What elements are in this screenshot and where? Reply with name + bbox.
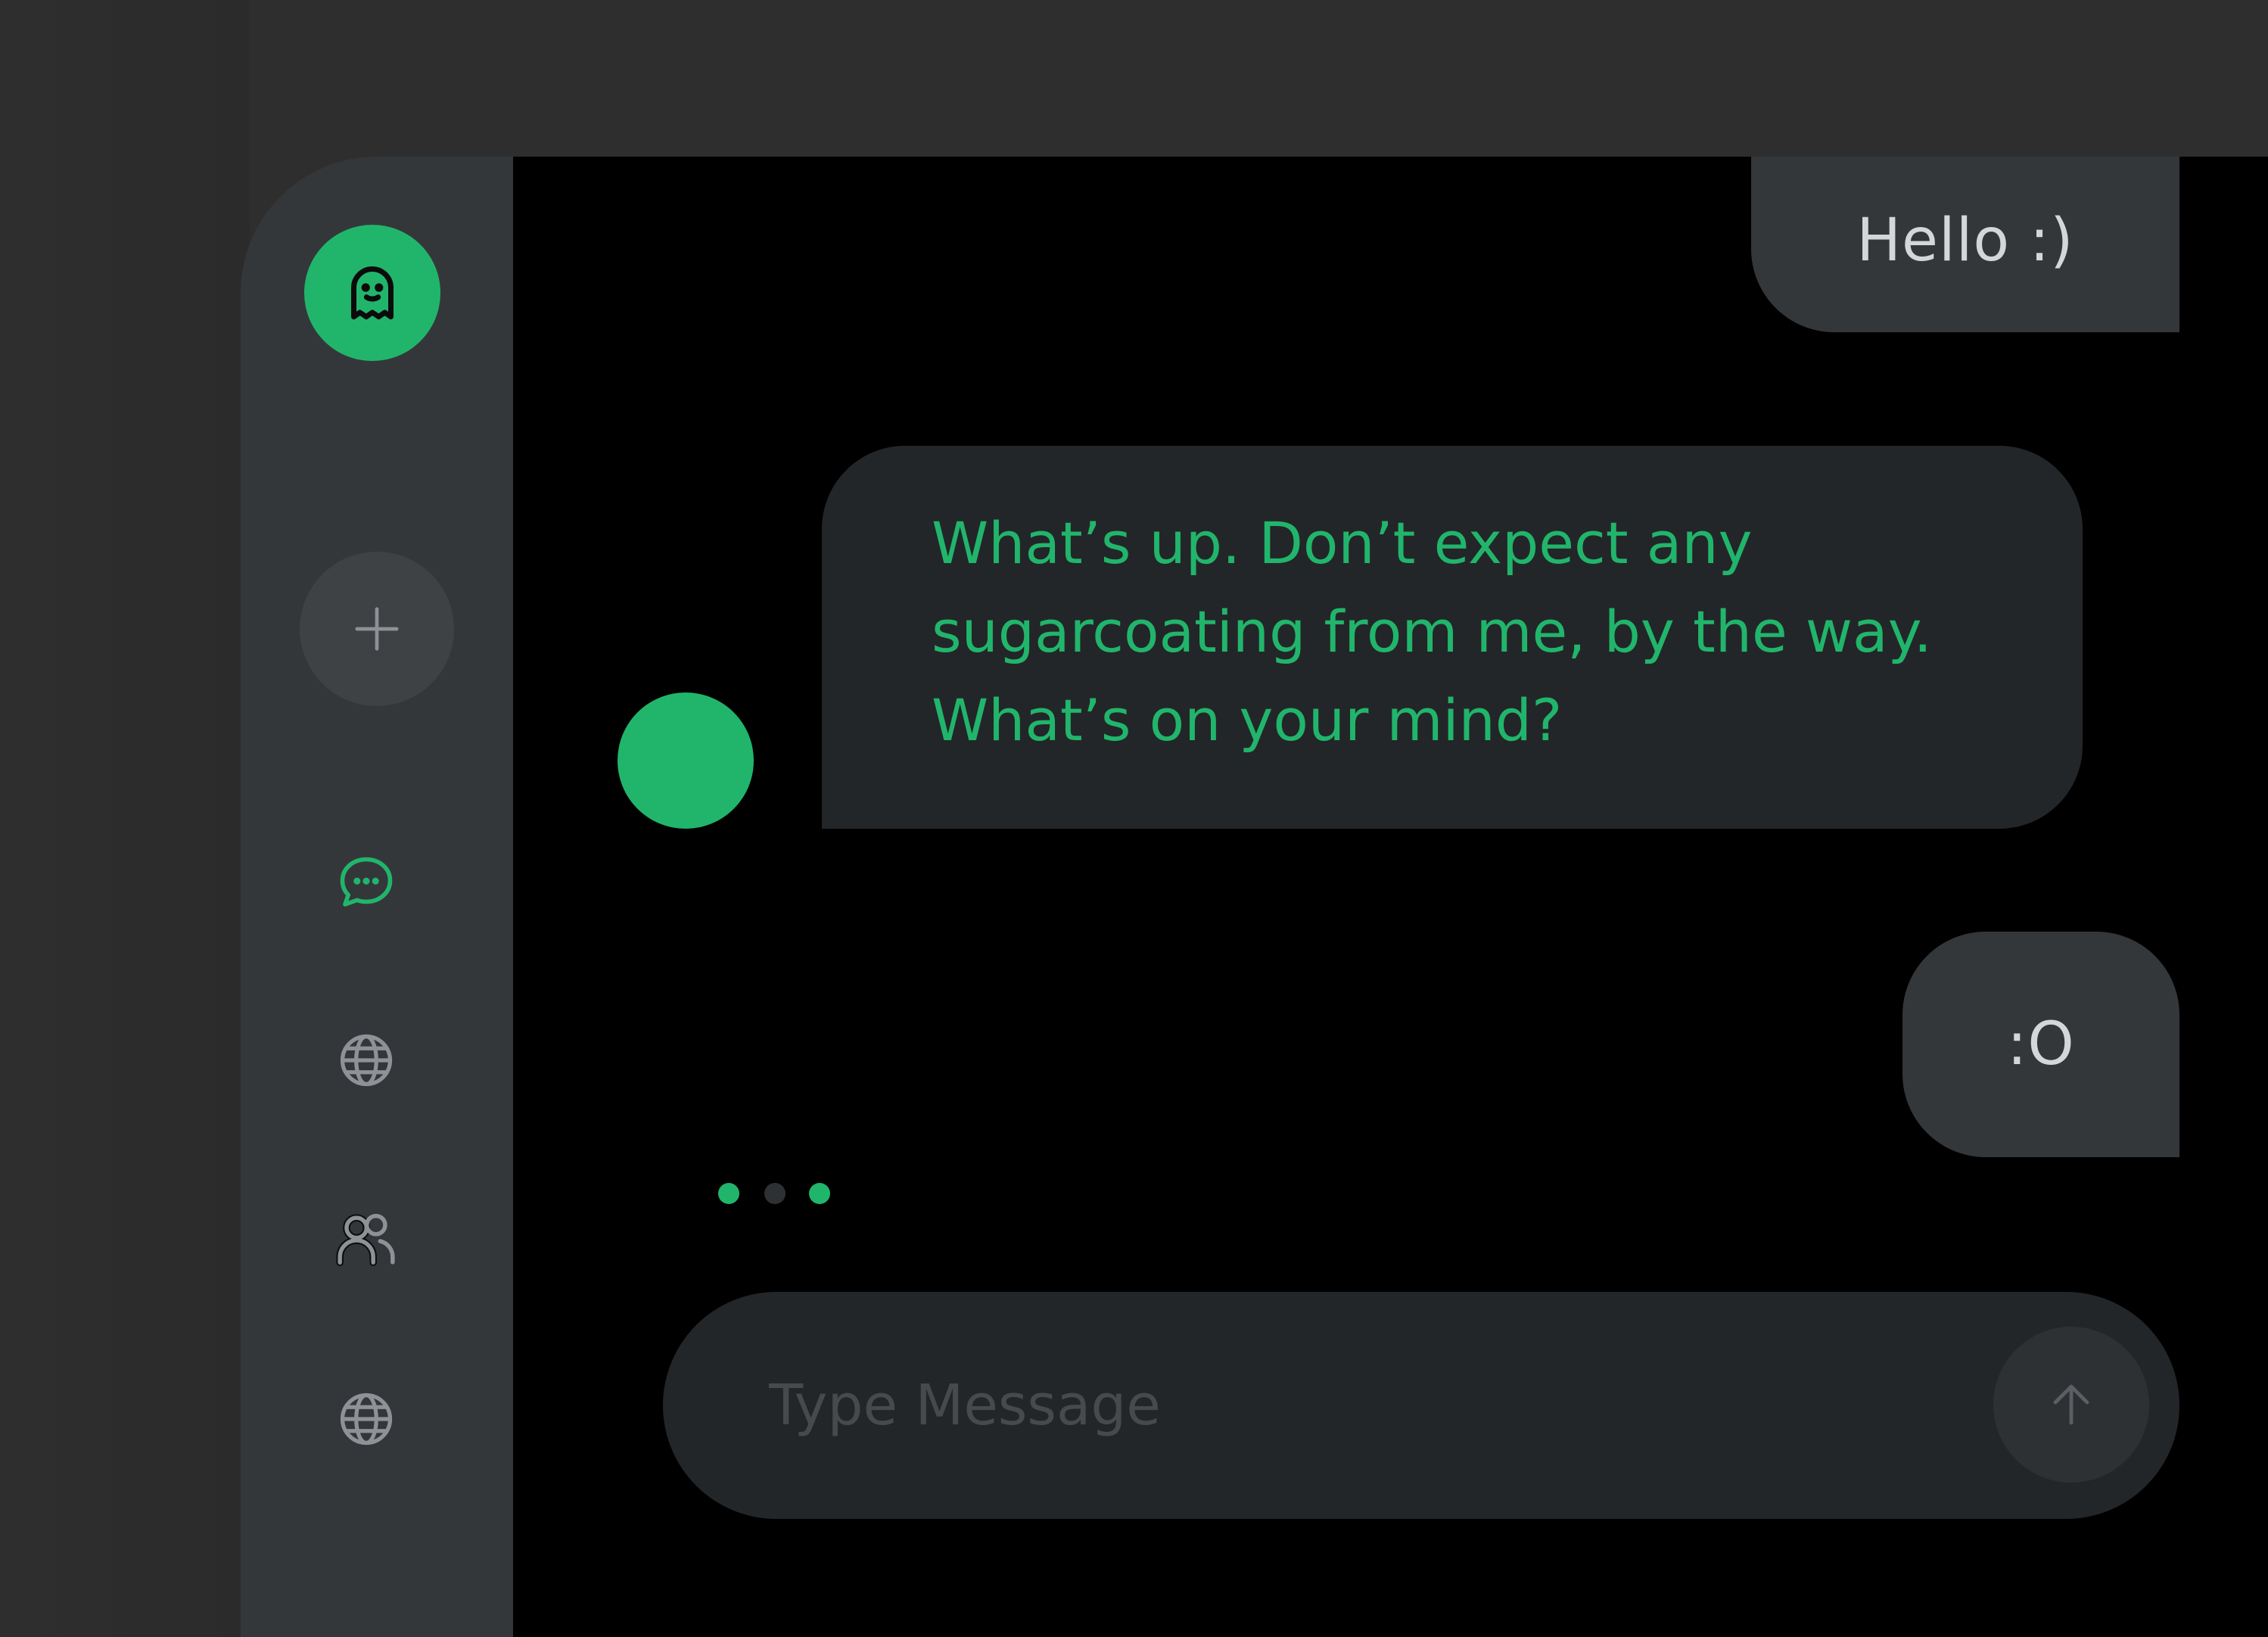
message-line: What’s up. Don’t expect any: [932, 509, 1753, 577]
typing-indicator-dot: [809, 1183, 830, 1204]
send-button[interactable]: [1993, 1327, 2149, 1483]
message-input[interactable]: [769, 1349, 1904, 1462]
bot-message: What’s up. Don’t expect any sugarcoating…: [822, 446, 2083, 829]
nav-explore[interactable]: [333, 1027, 400, 1094]
new-chat-button[interactable]: [300, 552, 454, 706]
globe-icon: [340, 1393, 393, 1446]
message-line: What’s on your mind?: [932, 686, 1563, 754]
ghost-icon: [351, 266, 394, 319]
nav-contacts[interactable]: [333, 1206, 400, 1272]
user-message: :O: [1902, 932, 2179, 1157]
logo-button[interactable]: [304, 225, 440, 361]
sidebar: [241, 157, 513, 1637]
message-text: Hello :): [1856, 207, 2074, 275]
chat-panel: Hello :) What’s up. Don’t expect any sug…: [513, 157, 2268, 1637]
nav-explore-2[interactable]: [333, 1386, 400, 1452]
nav-chats[interactable]: [333, 850, 400, 917]
arrow-up-icon: [2053, 1384, 2089, 1425]
message-line: sugarcoating from me, by the way.: [932, 598, 1932, 665]
globe-icon: [340, 1034, 393, 1087]
typing-indicator-dot: [718, 1183, 739, 1204]
message-text: :O: [2007, 1010, 2075, 1078]
backdrop: [0, 0, 250, 1637]
bot-avatar: [618, 692, 754, 829]
message-composer: [663, 1292, 2179, 1519]
chat-bubble-icon: [340, 857, 393, 907]
plus-icon: [355, 607, 399, 651]
user-message: Hello :): [1751, 157, 2179, 332]
typing-indicator-dot: [764, 1183, 786, 1204]
users-icon: [336, 1213, 395, 1266]
